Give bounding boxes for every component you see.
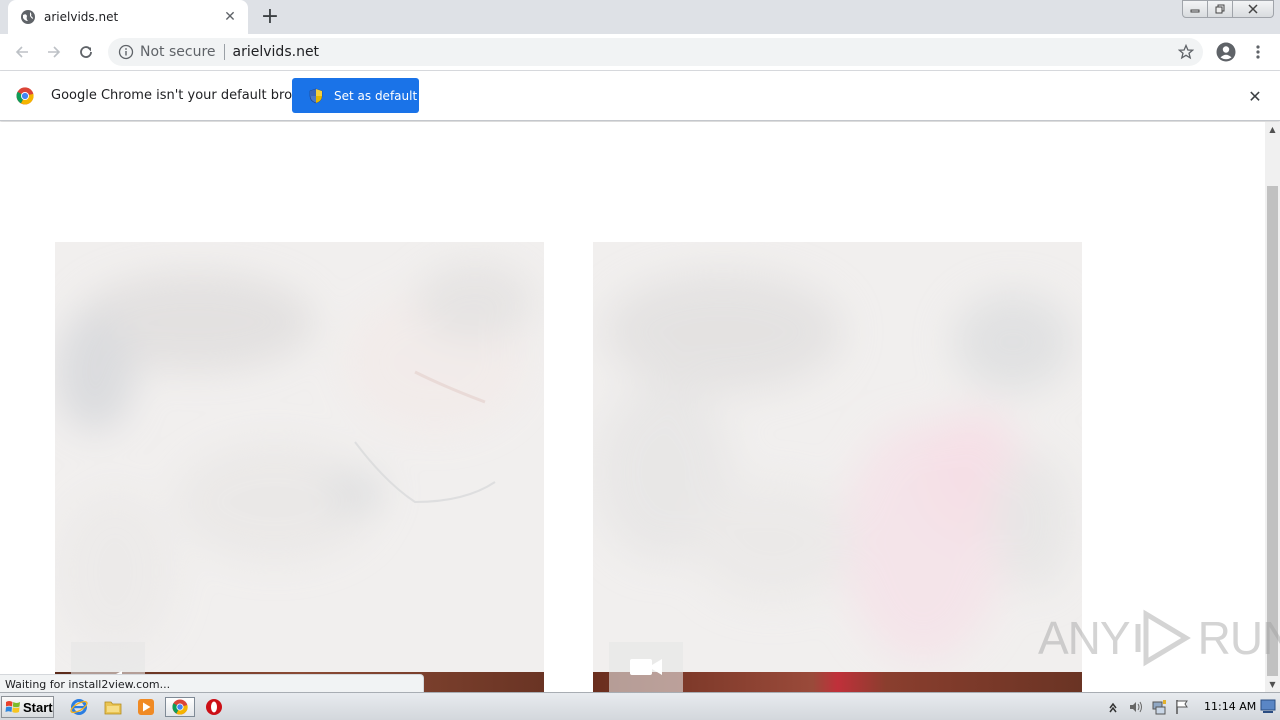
opera-icon[interactable] [203, 697, 225, 717]
file-explorer-icon[interactable] [102, 697, 124, 717]
start-button[interactable]: Start [1, 696, 54, 718]
kebab-menu-icon [1256, 45, 1260, 59]
scrollbar-thumb[interactable] [1267, 186, 1278, 676]
start-label: Start [23, 699, 53, 715]
windows-flag-icon [5, 701, 20, 713]
internet-explorer-icon[interactable] [68, 697, 90, 717]
show-desktop-icon[interactable] [1260, 697, 1276, 715]
account-avatar-icon [1216, 42, 1236, 62]
new-tab-button[interactable]: + [258, 5, 282, 29]
video-thumbnail[interactable] [55, 242, 544, 692]
tab-title: arielvids.net [44, 10, 119, 24]
minimize-window-button[interactable] [1182, 0, 1208, 18]
minimize-icon [1190, 9, 1200, 13]
action-center-flag-icon[interactable] [1173, 698, 1191, 716]
profile-button[interactable] [1214, 40, 1238, 64]
status-bubble: Waiting for install2view.com... [0, 674, 424, 693]
blurred-thumbnail-image [593, 242, 1082, 672]
system-tray [1104, 697, 1196, 717]
anyrun-watermark: ANY RUN [1038, 608, 1280, 668]
browser-toolbar: Not secure arielvids.net [0, 34, 1280, 71]
bookmark-star-button[interactable] [1174, 40, 1198, 64]
forward-button[interactable] [42, 40, 66, 64]
back-button[interactable] [10, 40, 34, 64]
scroll-up-arrow-icon[interactable]: ▲ [1265, 122, 1280, 137]
watermark-text-right: RUN [1197, 612, 1280, 664]
volume-icon[interactable] [1127, 698, 1145, 716]
browser-tab[interactable]: arielvids.net ✕ [8, 0, 248, 34]
blurred-thumbnail-image [55, 242, 544, 672]
address-bar[interactable]: Not secure arielvids.net [108, 38, 1203, 66]
set-as-default-label: Set as default [334, 88, 418, 103]
chrome-icon [172, 699, 188, 715]
security-status[interactable]: Not secure [140, 44, 216, 60]
close-infobar-button[interactable]: ✕ [1246, 87, 1264, 106]
uac-shield-icon [309, 88, 323, 103]
info-icon[interactable] [118, 44, 134, 60]
chrome-menu-button[interactable] [1248, 40, 1268, 64]
restore-window-button[interactable] [1207, 0, 1233, 18]
page-scrollbar[interactable]: ▲ ▼ [1265, 122, 1280, 692]
reload-icon [80, 46, 92, 58]
show-hidden-icons-chevron-icon[interactable] [1104, 698, 1122, 716]
globe-icon [21, 10, 35, 24]
omnibox-separator [223, 44, 225, 60]
video-camera-icon [609, 642, 683, 692]
reload-button[interactable] [74, 40, 98, 64]
tab-strip: arielvids.net ✕ + [0, 0, 1280, 34]
star-icon [1178, 44, 1194, 60]
taskbar-clock[interactable]: 11:14 AM [1204, 700, 1256, 713]
infobar-message: Google Chrome isn't your default browser [51, 88, 323, 103]
forward-arrow-icon [48, 46, 61, 58]
close-tab-icon[interactable]: ✕ [222, 9, 238, 25]
chrome-logo-icon [16, 87, 34, 105]
set-as-default-button[interactable]: Set as default [292, 78, 419, 113]
restore-icon [1215, 4, 1225, 14]
network-icon[interactable] [1150, 698, 1168, 716]
video-thumbnail[interactable] [593, 242, 1082, 692]
back-arrow-icon [15, 46, 28, 58]
scroll-down-arrow-icon[interactable]: ▼ [1265, 677, 1280, 692]
media-player-icon[interactable] [135, 697, 157, 717]
close-window-icon [1248, 4, 1258, 14]
page-content [0, 122, 1265, 692]
url-text[interactable]: arielvids.net [233, 44, 320, 60]
play-logo-icon [1135, 609, 1191, 667]
default-browser-infobar: Google Chrome isn't your default browser… [0, 71, 1280, 121]
chrome-taskbar-button[interactable] [165, 697, 195, 717]
close-window-button[interactable] [1232, 0, 1274, 18]
watermark-text-left: ANY [1038, 612, 1131, 664]
windows-taskbar: Start 11:14 AM [0, 692, 1280, 720]
